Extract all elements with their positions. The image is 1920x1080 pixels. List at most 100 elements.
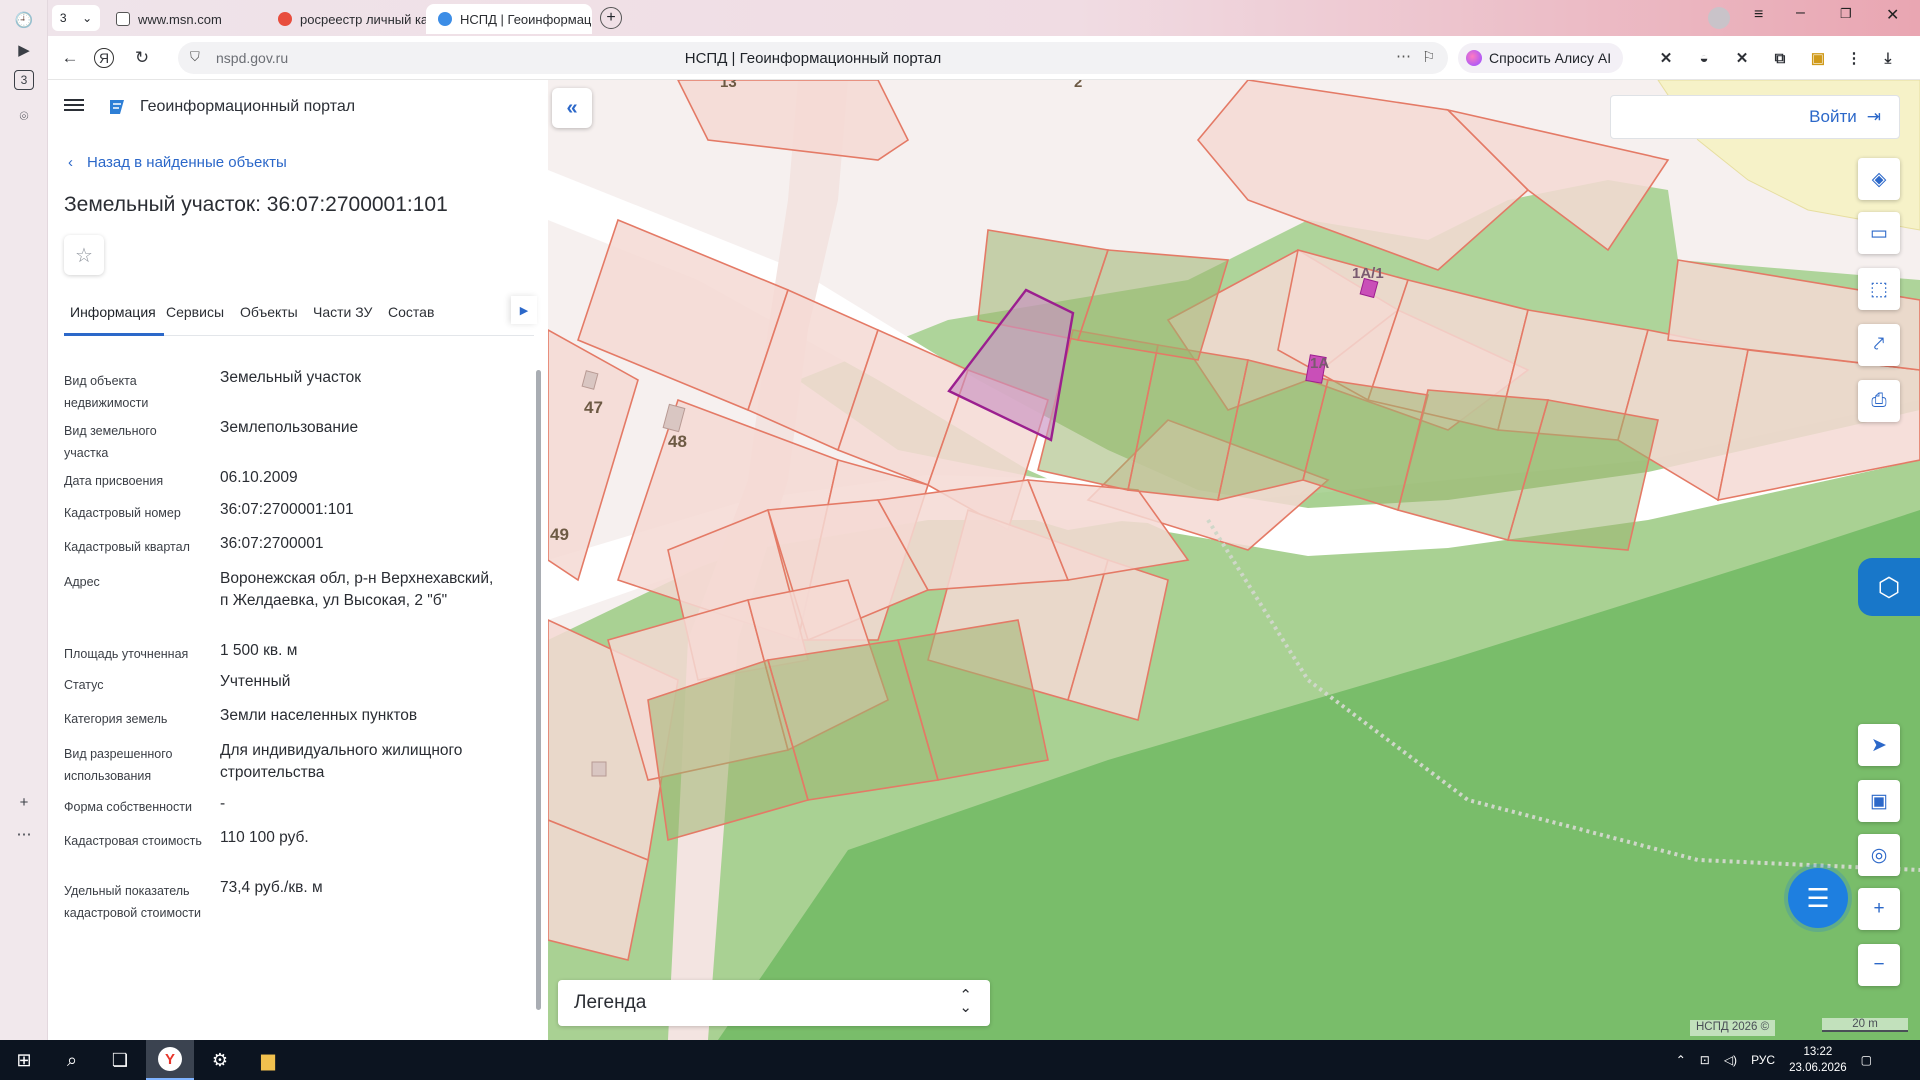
hamburger-menu-icon[interactable] <box>64 96 84 116</box>
zoom-in-button[interactable]: + <box>1858 888 1900 930</box>
minimize-icon[interactable]: – <box>1796 4 1805 22</box>
row-value: 110 100 руб. <box>220 829 309 846</box>
more-icon[interactable]: ⋯ <box>12 822 36 846</box>
cadastral-map[interactable]: 13 2 47 48 49 1А/1 1А <box>548 80 1920 1040</box>
navigation-arrow-icon: ➤ <box>1871 734 1887 756</box>
start-icon[interactable]: ⊞ <box>0 1040 48 1080</box>
task-view-icon[interactable]: ❏ <box>96 1040 144 1080</box>
tabs-scroll-right-button[interactable]: ▶ <box>511 296 537 324</box>
collapse-panel-button[interactable]: « <box>552 88 592 128</box>
layers-button[interactable]: ◈ <box>1858 158 1900 200</box>
gosuslugi-icon: ⬡ <box>1877 571 1901 602</box>
window-close-icon[interactable]: ✕ <box>1886 5 1899 25</box>
info-row: Вид разрешенного использования Для индив… <box>64 742 504 787</box>
menu-icon[interactable]: ≡ <box>1754 6 1763 24</box>
network-icon[interactable]: ⊡ <box>1700 1053 1710 1067</box>
zoom-out-button[interactable]: − <box>1858 944 1900 986</box>
tray-expand-icon[interactable]: ⌃ <box>1676 1053 1686 1067</box>
settings-icon[interactable]: ⚙ <box>196 1040 244 1080</box>
row-label: Адрес <box>64 575 100 589</box>
profile-avatar[interactable] <box>1708 7 1730 29</box>
back-link-label: Назад в найденные объекты <box>87 154 287 171</box>
extension-puzzle-icon[interactable]: ⧉ <box>1770 48 1790 68</box>
extension-shield-icon[interactable]: ◒ <box>1694 48 1714 68</box>
tab-services[interactable]: Сервисы <box>166 304 224 320</box>
clock-date: 23.06.2026 <box>1789 1062 1847 1074</box>
info-row: Вид земельного участка Землепользование <box>64 419 504 464</box>
tab-rosreestr[interactable]: росреестр личный кабин <box>266 4 426 34</box>
info-row: Адрес Воронежская обл, р-н Верхнехавский… <box>64 570 504 637</box>
extension-icon[interactable]: ✕ <box>1656 48 1676 68</box>
yandex-icon <box>278 12 292 26</box>
row-label: Удельный показатель кадастровой стоимост… <box>64 884 201 920</box>
tab-information[interactable]: Информация <box>70 304 156 320</box>
login-label: Войти <box>1809 107 1857 126</box>
clock[interactable]: 13:22 23.06.2026 <box>1789 1044 1847 1076</box>
language-indicator[interactable]: РУС <box>1751 1053 1775 1067</box>
tabs-count-icon[interactable]: 3 <box>14 70 34 90</box>
panel-scrollbar[interactable] <box>534 350 542 1040</box>
yandex-browser-icon[interactable]: Y <box>146 1040 194 1080</box>
info-row: Форма собственности - <box>64 795 504 818</box>
favorite-star-button[interactable]: ☆ <box>64 235 104 275</box>
restore-icon[interactable]: ❐ <box>1840 6 1852 22</box>
volume-icon[interactable]: ◁) <box>1724 1053 1737 1067</box>
row-label: Площадь уточненная <box>64 647 189 661</box>
row-label: Вид разрешенного использования <box>64 747 173 783</box>
tab-msn[interactable]: www.msn.com <box>104 4 264 34</box>
scrollbar-thumb[interactable] <box>536 370 541 1010</box>
notifications-icon[interactable]: ▢ <box>1861 1053 1872 1067</box>
location-pin-icon: ◎ <box>1870 844 1888 866</box>
bookmark-icon[interactable]: ⚐ <box>1422 48 1435 66</box>
login-button[interactable]: Войти ⇥ <box>1610 95 1900 139</box>
tab-objects[interactable]: Объекты <box>240 304 298 320</box>
login-icon: ⇥ <box>1866 107 1881 126</box>
yandex-home-icon[interactable]: Я <box>94 48 114 68</box>
row-value: 73,4 руб./кв. м <box>220 879 323 896</box>
info-row: Дата присвоения 06.10.2009 <box>64 469 504 492</box>
back-to-results-link[interactable]: ‹ Назад в найденные объекты <box>68 154 287 171</box>
tab-count-label: 3 <box>59 11 67 25</box>
print-button[interactable]: ⎙ <box>1858 380 1900 422</box>
file-explorer-icon[interactable]: ▆ <box>244 1040 292 1080</box>
minus-icon: − <box>1873 954 1885 975</box>
more-icon[interactable]: ⋯ <box>1396 47 1411 65</box>
search-icon[interactable]: ⌕ <box>48 1040 96 1080</box>
tab-switcher-button[interactable]: 3 ⌄ <box>52 5 100 31</box>
tab-nspd[interactable]: НСПД | Геоинформаци ✕ <box>426 4 592 34</box>
row-label: Кадастровая стоимость <box>64 834 202 848</box>
parcel-label: 48 <box>668 432 687 451</box>
ruler-icon: ▭ <box>1870 222 1888 244</box>
geolocate-button[interactable]: ➤ <box>1858 724 1900 766</box>
gosuslugi-button[interactable]: ⬡ <box>1858 558 1920 616</box>
tab-composition[interactable]: Состав <box>388 304 434 320</box>
url-field[interactable]: ⛉ nspd.gov.ru НСПД | Геоинформационный п… <box>178 42 1448 74</box>
tab-parcel-parts[interactable]: Части ЗУ <box>313 304 372 320</box>
alice-button[interactable]: Спросить Алису AI <box>1458 43 1624 73</box>
legend-bar[interactable]: Легенда ⌃ ⌄ <box>558 980 990 1026</box>
back-icon[interactable]: ← <box>58 46 82 70</box>
chat-button[interactable]: ☰ <box>1782 862 1854 934</box>
reload-icon[interactable]: ↻ <box>130 46 154 70</box>
share-button[interactable]: ⤤ <box>1858 324 1900 366</box>
extension-icon[interactable]: ✕ <box>1732 48 1752 68</box>
history-icon[interactable]: 🕘 <box>12 8 36 32</box>
map-scale: 20 m <box>1822 1018 1908 1032</box>
plus-icon: + <box>1873 898 1885 919</box>
expand-collapse-icon: ⌃ ⌄ <box>959 987 972 1016</box>
extensions-more-icon[interactable]: ⋮ <box>1844 48 1864 68</box>
row-value: Землепользование <box>220 419 359 436</box>
tab-bar: 3 ⌄ www.msn.com росреестр личный кабин Н… <box>48 0 1920 36</box>
ruler-button[interactable]: ▭ <box>1858 212 1900 254</box>
map-canvas[interactable] <box>548 80 1920 1040</box>
extension-doc-icon[interactable]: ▣ <box>1808 48 1828 68</box>
location-search-button[interactable]: ◎ <box>1858 834 1900 876</box>
new-tab-button[interactable]: + <box>600 7 622 29</box>
add-panel-icon[interactable]: + <box>12 790 36 814</box>
row-label: Статус <box>64 678 104 692</box>
select-area-button[interactable]: ⬚ <box>1858 268 1900 310</box>
media-play-icon[interactable]: ▶ <box>12 38 36 62</box>
download-icon[interactable]: ⤓ <box>1878 48 1898 68</box>
minimap-button[interactable]: ▣ <box>1858 780 1900 822</box>
screenshot-icon[interactable]: ⌾ <box>12 104 36 128</box>
